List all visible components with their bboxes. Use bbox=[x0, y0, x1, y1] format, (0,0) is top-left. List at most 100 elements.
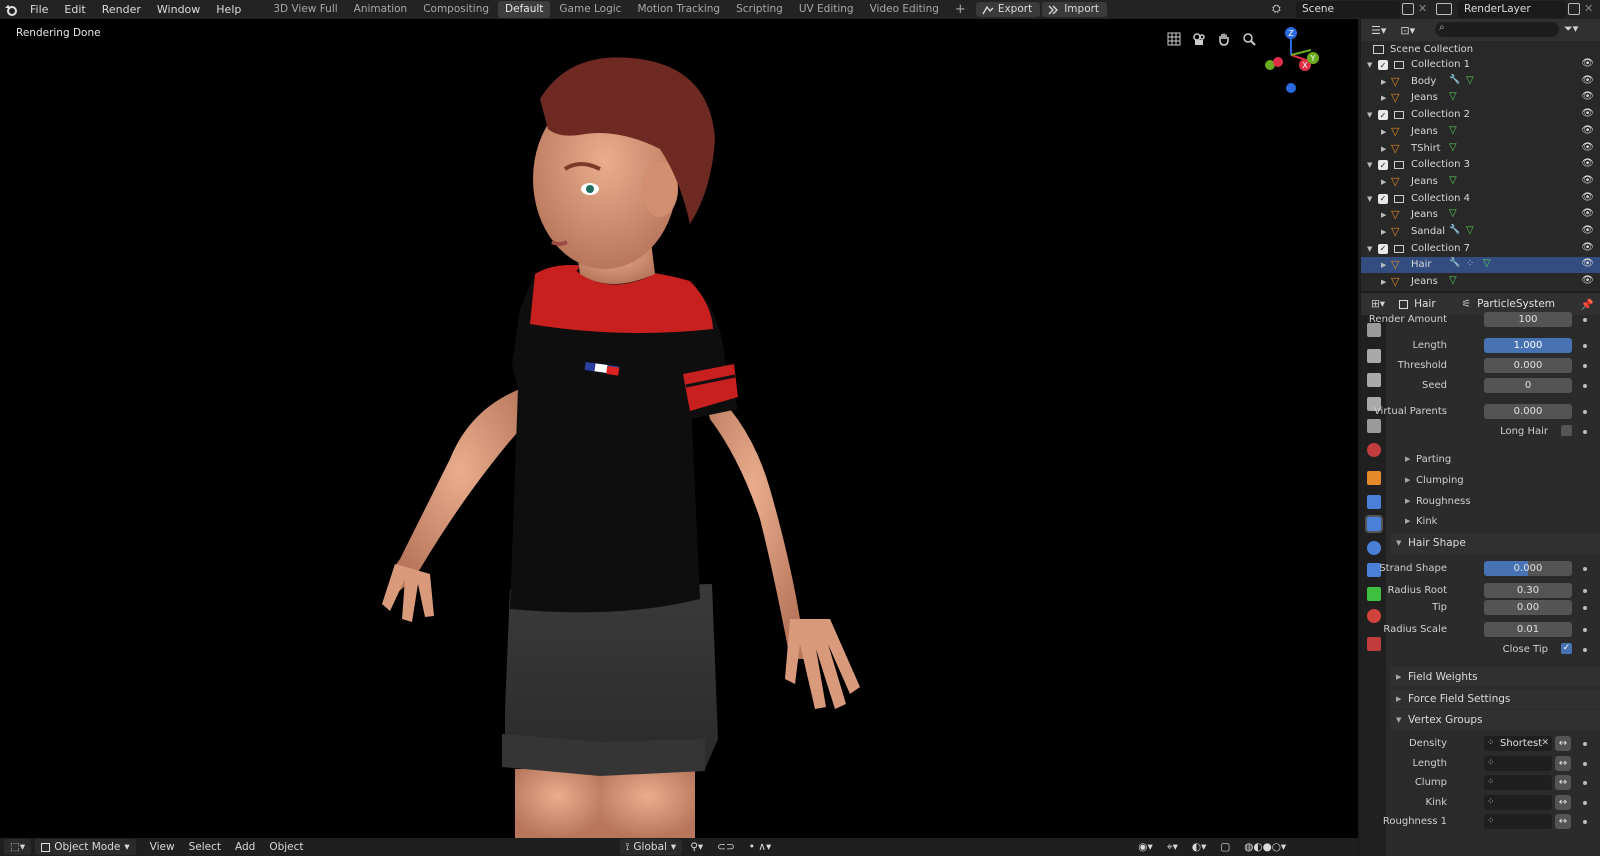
pan-hand-icon[interactable] bbox=[1215, 30, 1233, 48]
length-keyframe-icon[interactable] bbox=[1583, 344, 1587, 348]
menu-edit[interactable]: Edit bbox=[56, 0, 93, 19]
tab-uv-editing[interactable]: UV Editing bbox=[792, 1, 861, 18]
visibility-eye-icon[interactable]: 👁 bbox=[1581, 58, 1594, 69]
seed-field[interactable]: 0 bbox=[1484, 378, 1572, 393]
vertex-group-field[interactable]: ⁘ bbox=[1484, 794, 1552, 810]
menu-object[interactable]: Object bbox=[263, 839, 309, 855]
outliner-object-row[interactable]: ▶ ▽ Jeans ▽ 👁 bbox=[1361, 124, 1600, 140]
vertex-group-field[interactable]: ⁘ bbox=[1484, 755, 1552, 771]
long-hair-keyframe-icon[interactable] bbox=[1583, 430, 1587, 434]
visibility-eye-icon[interactable]: 👁 bbox=[1581, 158, 1594, 169]
outliner-object-row[interactable]: ▶ ▽ Jeans ▽ 👁 bbox=[1361, 174, 1600, 190]
modifier-wrench-icon[interactable]: 🔧 bbox=[1449, 258, 1460, 268]
scene-selector[interactable]: Scene bbox=[1296, 1, 1400, 18]
3d-viewport[interactable]: Rendering Done Z X Y bbox=[0, 19, 1358, 838]
tab-scripting[interactable]: Scripting bbox=[729, 1, 790, 18]
menu-help[interactable]: Help bbox=[208, 0, 249, 19]
invert-toggle-icon[interactable]: ↔ bbox=[1555, 775, 1571, 790]
outliner-editor-type-icon[interactable]: ☰▾ bbox=[1371, 24, 1386, 37]
collapse-arrow-icon[interactable]: ▼ bbox=[1367, 245, 1372, 253]
physics-tab-icon[interactable] bbox=[1367, 541, 1381, 555]
gizmo-neg-z[interactable] bbox=[1286, 83, 1296, 93]
threshold-field[interactable]: 0.000 bbox=[1484, 358, 1572, 373]
camera-view-icon[interactable] bbox=[1190, 30, 1208, 48]
tab-3d-view-full[interactable]: 3D View Full bbox=[266, 1, 344, 18]
kink-expand-icon[interactable]: ▶ bbox=[1405, 517, 1410, 525]
exclude-checkbox[interactable]: ✓ bbox=[1378, 60, 1388, 70]
outliner-object-row[interactable]: ▶ ▽ Jeans ▽ 👁 bbox=[1361, 274, 1600, 290]
force-field-settings-panel-header[interactable]: ▶ Force Field Settings bbox=[1390, 689, 1600, 709]
snap-icon[interactable]: ⊂⊃ bbox=[711, 839, 741, 855]
blender-logo-icon[interactable] bbox=[0, 0, 22, 19]
radius-scale-keyframe-icon[interactable] bbox=[1583, 628, 1587, 632]
properties-editor-type-icon[interactable]: ⊞▾ bbox=[1371, 298, 1385, 310]
menu-view[interactable]: View bbox=[144, 839, 181, 855]
render-layer-copy-icon[interactable] bbox=[1568, 3, 1580, 15]
proportional-edit-icon[interactable]: • ∧▾ bbox=[743, 839, 778, 855]
long-hair-checkbox[interactable] bbox=[1561, 425, 1572, 436]
visibility-eye-icon[interactable]: 👁 bbox=[1581, 208, 1594, 219]
visibility-eye-icon[interactable]: 👁 bbox=[1581, 91, 1594, 102]
tab-game-logic[interactable]: Game Logic bbox=[552, 1, 628, 18]
outliner-search-input[interactable]: ⌕ bbox=[1435, 22, 1559, 37]
mesh-data-icon[interactable]: ▽ bbox=[1449, 275, 1457, 286]
render-layer-close-icon[interactable]: ✕ bbox=[1584, 2, 1593, 15]
field-weights-panel-header[interactable]: ▶ Field Weights bbox=[1390, 667, 1600, 687]
collapse-arrow-icon[interactable]: ▼ bbox=[1367, 61, 1372, 69]
render-amount-field[interactable]: 100 bbox=[1484, 312, 1572, 327]
scene-close-icon[interactable]: ✕ bbox=[1418, 2, 1427, 15]
expand-arrow-icon[interactable]: ▶ bbox=[1381, 178, 1386, 186]
shading-modes-icon[interactable]: ◍◐●○▾ bbox=[1238, 839, 1292, 855]
render-layer-selector[interactable]: RenderLayer bbox=[1458, 1, 1566, 18]
render-amount-keyframe-icon[interactable] bbox=[1583, 318, 1587, 322]
vertex-group-field[interactable]: ⁘ Shortest ✕ bbox=[1484, 736, 1552, 751]
expand-arrow-icon[interactable]: ▶ bbox=[1381, 278, 1386, 286]
mesh-data-icon[interactable]: ▽ bbox=[1449, 91, 1457, 102]
add-workspace-button[interactable]: + bbox=[948, 1, 973, 18]
vertex-group-keyframe-icon[interactable] bbox=[1583, 742, 1587, 746]
collapse-arrow-icon[interactable]: ▼ bbox=[1367, 111, 1372, 119]
pivot-icon[interactable]: ⚲▾ bbox=[684, 839, 709, 855]
vertex-groups-panel-header[interactable]: ▼ Vertex Groups bbox=[1390, 710, 1600, 730]
tool-tab-icon[interactable] bbox=[1367, 323, 1381, 337]
outliner-object-row[interactable]: ▶ ▽ Body 🔧 ▽ 👁 bbox=[1361, 74, 1600, 90]
overlay-toggle-icon[interactable]: ◐▾ bbox=[1186, 839, 1212, 855]
tip-field[interactable]: 0.00 bbox=[1484, 600, 1572, 615]
tip-keyframe-icon[interactable] bbox=[1583, 606, 1587, 610]
mesh-data-icon[interactable]: ▽ bbox=[1449, 208, 1457, 219]
gizmo-neg-y[interactable] bbox=[1273, 57, 1283, 67]
tab-default[interactable]: Default bbox=[498, 1, 551, 18]
import-button[interactable]: Import bbox=[1042, 2, 1108, 17]
visibility-eye-icon[interactable]: 👁 bbox=[1581, 192, 1594, 203]
outliner-collection-row[interactable]: ▼ ✓ Collection 1 👁 bbox=[1361, 57, 1600, 73]
radius-root-keyframe-icon[interactable] bbox=[1583, 589, 1587, 593]
particles-icon[interactable]: ⁘ bbox=[1466, 258, 1474, 269]
scene-copy-icon[interactable] bbox=[1402, 3, 1414, 15]
visibility-eye-icon[interactable]: 👁 bbox=[1581, 108, 1594, 119]
menu-file[interactable]: File bbox=[22, 0, 56, 19]
tab-motion-tracking[interactable]: Motion Tracking bbox=[630, 1, 727, 18]
mesh-data-icon[interactable]: ▽ bbox=[1466, 75, 1474, 86]
modifier-wrench-icon[interactable]: 🔧 bbox=[1449, 75, 1460, 85]
vertex-group-keyframe-icon[interactable] bbox=[1583, 820, 1587, 824]
object-tab-icon[interactable] bbox=[1367, 471, 1381, 485]
tab-compositing[interactable]: Compositing bbox=[416, 1, 496, 18]
clumping-expand-icon[interactable]: ▶ bbox=[1405, 476, 1410, 484]
parting-expand-icon[interactable]: ▶ bbox=[1405, 455, 1410, 463]
radius-scale-field[interactable]: 0.01 bbox=[1484, 622, 1572, 637]
close-tip-keyframe-icon[interactable] bbox=[1583, 648, 1587, 652]
expand-arrow-icon[interactable]: ▶ bbox=[1381, 128, 1386, 136]
visibility-eye-icon[interactable]: 👁 bbox=[1581, 225, 1594, 236]
outliner-collection-row[interactable]: ▼ ✓ Collection 3 👁 bbox=[1361, 157, 1600, 173]
close-tip-checkbox[interactable]: ✓ bbox=[1561, 643, 1572, 654]
outliner-object-row[interactable]: ▶ ▽ Jeans ▽ 👁 bbox=[1361, 90, 1600, 106]
visibility-eye-icon[interactable]: 👁 bbox=[1581, 242, 1594, 253]
display-mode-icon[interactable]: ⊡▾ bbox=[1400, 24, 1415, 37]
clumping-subpanel[interactable]: Clumping bbox=[1416, 475, 1464, 486]
scene-collection-row[interactable]: Scene Collection bbox=[1361, 41, 1600, 57]
render-tab-icon[interactable] bbox=[1367, 349, 1381, 363]
tab-video-editing[interactable]: Video Editing bbox=[863, 1, 946, 18]
tab-animation[interactable]: Animation bbox=[347, 1, 415, 18]
scene-tab-icon[interactable] bbox=[1367, 419, 1381, 433]
transform-orientation-selector[interactable]: ⟟ Global ▾ bbox=[619, 839, 683, 855]
